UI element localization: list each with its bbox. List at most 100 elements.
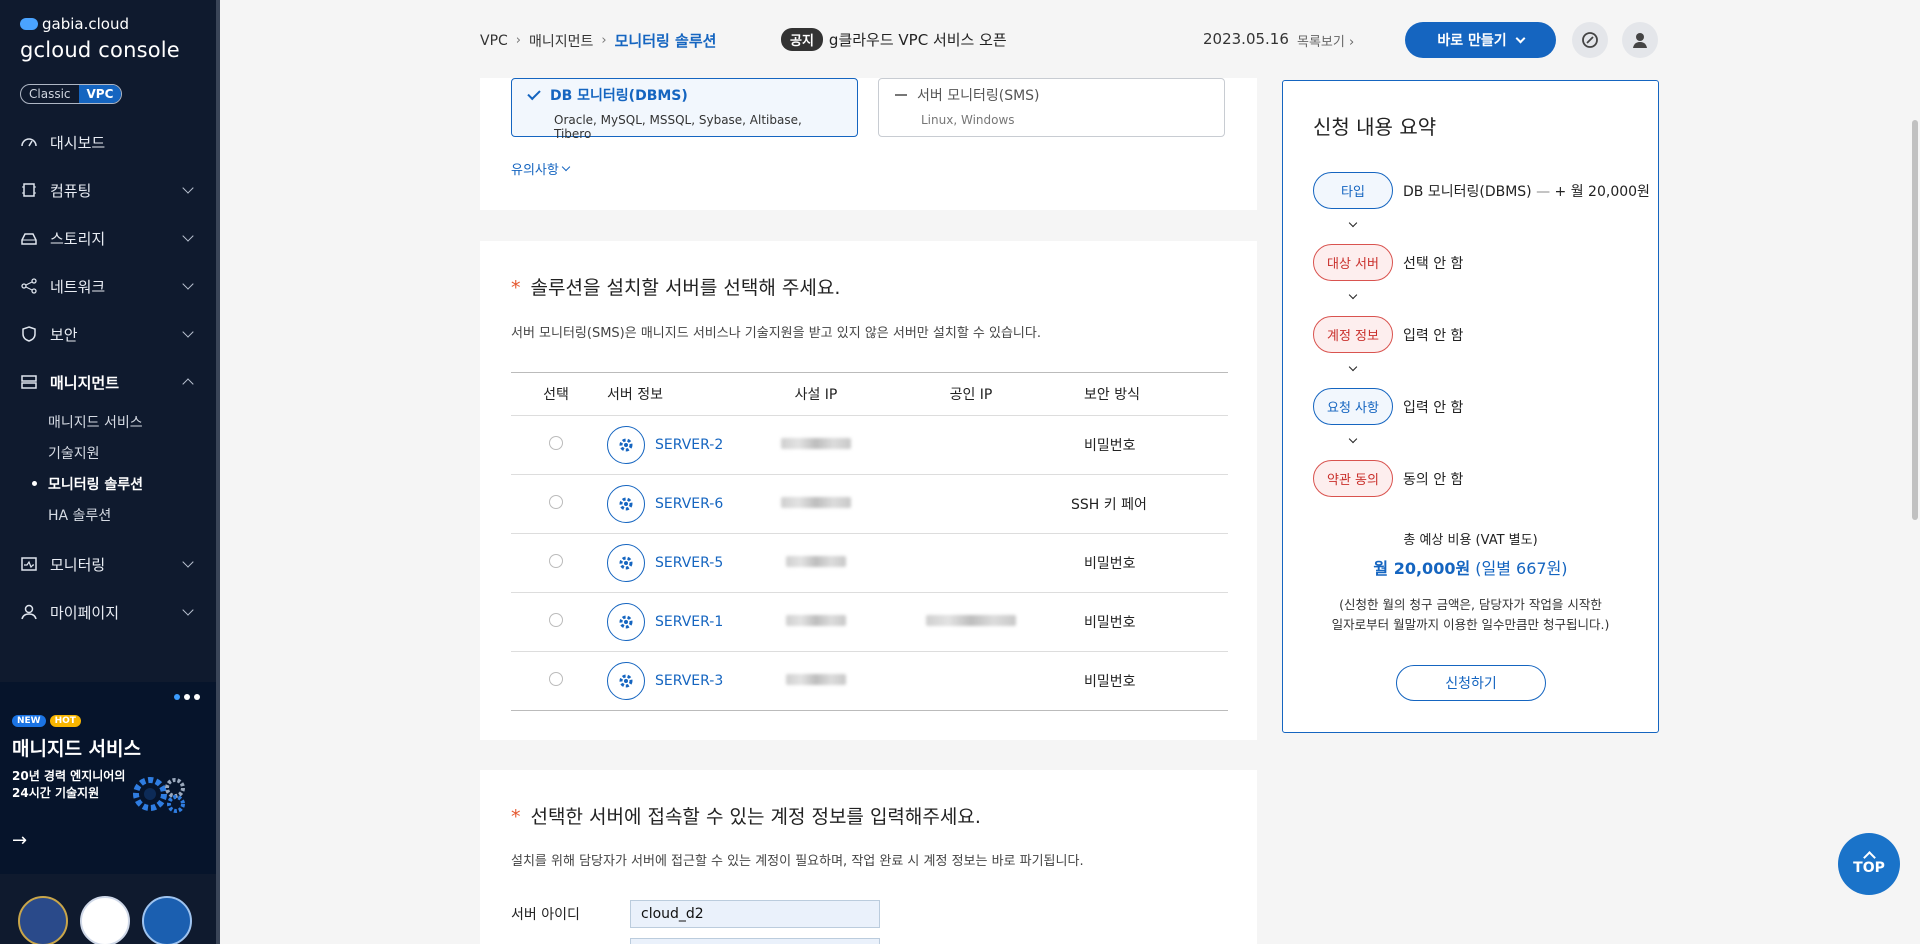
submenu-ha-solution[interactable]: HA 솔루션 — [48, 499, 216, 530]
chevron-right-icon: › — [515, 33, 521, 48]
chevron-down-icon — [561, 162, 571, 172]
server-name[interactable]: SERVER-1 — [655, 614, 723, 630]
sidebar-menu: 대시보드 컴퓨팅 스토리지 네트워크 보안 매니지먼트 매니지드 서비스 기술지… — [0, 118, 216, 636]
storage-icon — [20, 229, 38, 247]
step-pill-server[interactable]: 대상 서버 — [1313, 244, 1393, 281]
step-pill-account[interactable]: 계정 정보 — [1313, 316, 1393, 353]
sidebar-item-network[interactable]: 네트워크 — [0, 262, 216, 310]
server-gear-icon — [607, 485, 645, 523]
type-sms-title: 서버 모니터링(SMS) — [895, 85, 1208, 105]
chevron-down-icon — [182, 230, 194, 242]
server-id-input[interactable]: cloud_d2 — [630, 900, 880, 928]
banner-pagination[interactable] — [174, 694, 200, 700]
chevron-down-icon — [1348, 362, 1358, 372]
step-value-server: 선택 안 함 — [1403, 255, 1464, 272]
step-value-account: 입력 안 함 — [1403, 327, 1464, 344]
submenu-managed-service[interactable]: 매니지드 서비스 — [48, 406, 216, 437]
submenu-tech-support[interactable]: 기술지원 — [48, 437, 216, 468]
profile-button[interactable] — [1622, 22, 1658, 58]
private-ip-cell — [741, 651, 891, 711]
server-name[interactable]: SERVER-2 — [655, 437, 723, 453]
scroll-top-button[interactable]: TOP — [1838, 833, 1900, 895]
platform-toggle[interactable]: Classic VPC — [20, 84, 123, 104]
type-card-dbms[interactable]: DB 모니터링(DBMS) Oracle, MySQL, MSSQL, Syba… — [511, 78, 858, 141]
dashboard-icon — [20, 133, 38, 151]
console-title[interactable]: gcloud console — [20, 38, 180, 62]
breadcrumb-vpc[interactable]: VPC — [480, 33, 508, 49]
security-cell: SSH 키 페어 — [1051, 474, 1228, 534]
page-scrollbar[interactable] — [1912, 120, 1918, 520]
sidebar-item-security[interactable]: 보안 — [0, 310, 216, 358]
table-header-row: 선택 서버 정보 사설 IP 공인 IP 보안 방식 — [511, 372, 1228, 416]
security-cell: 비밀번호 — [1051, 592, 1228, 652]
server-radio[interactable] — [549, 554, 563, 568]
breadcrumb: VPC › 매니지먼트 › 모니터링 솔루션 — [480, 30, 716, 51]
sidebar-item-storage[interactable]: 스토리지 — [0, 214, 216, 262]
step-value-terms: 동의 안 함 — [1403, 471, 1464, 488]
sidebar-item-computing[interactable]: 컴퓨팅 — [0, 166, 216, 214]
submenu-monitoring-solution[interactable]: 모니터링 솔루션 — [32, 468, 216, 499]
sidebar-scrollbar[interactable] — [216, 0, 220, 944]
server-radio[interactable] — [549, 613, 563, 627]
chat-icon — [1582, 32, 1598, 48]
notice-list-link[interactable]: 목록보기 › — [1297, 31, 1354, 50]
server-section-title-text: 솔루션을 설치할 서버를 선택해 주세요. — [530, 277, 841, 299]
toggle-classic[interactable]: Classic — [21, 85, 79, 103]
quick-create-button[interactable]: 바로 만들기 — [1405, 22, 1556, 58]
brand-logo[interactable]: gabia.cloud — [20, 15, 129, 33]
toggle-vpc[interactable]: VPC — [78, 85, 122, 103]
server-radio[interactable] — [549, 672, 563, 686]
step-pill-request[interactable]: 요청 사항 — [1313, 388, 1393, 425]
cert-seal-icon — [18, 896, 68, 944]
notice-bar[interactable]: 공지 g클라우드 VPC 서비스 오픈 — [781, 28, 1007, 51]
table-row[interactable]: SERVER-1 비밀번호 — [511, 592, 1228, 652]
table-row[interactable]: SERVER-2 비밀번호 — [511, 415, 1228, 475]
cost-daily: (일별 667원) — [1475, 559, 1568, 578]
server-info-cell: SERVER-1 — [601, 592, 741, 652]
sidebar-item-monitoring[interactable]: 모니터링 — [0, 540, 216, 588]
arrow-right-icon[interactable]: → — [12, 830, 27, 851]
public-ip-cell — [891, 415, 1051, 475]
type-panel: DB 모니터링(DBMS) Oracle, MySQL, MSSQL, Syba… — [480, 78, 1257, 210]
redacted-ip — [786, 674, 846, 685]
select-cell — [511, 651, 601, 711]
caution-toggle[interactable]: 유의사항 — [511, 159, 571, 178]
table-row[interactable]: SERVER-6 SSH 키 페어 — [511, 474, 1228, 534]
table-row[interactable]: SERVER-3 비밀번호 — [511, 651, 1228, 711]
public-ip-cell — [891, 533, 1051, 593]
cost-note-line: (신청한 월의 청구 금액은, 담당자가 작업을 시작한 — [1339, 597, 1602, 612]
server-name[interactable]: SERVER-5 — [655, 555, 723, 571]
col-select: 선택 — [511, 372, 601, 416]
server-radio[interactable] — [549, 495, 563, 509]
type-card-sms[interactable]: 서버 모니터링(SMS) Linux, Windows — [878, 78, 1225, 137]
chevron-right-icon: › — [601, 33, 607, 48]
top-bar: VPC › 매니지먼트 › 모니터링 솔루션 공지 g클라우드 VPC 서비스 … — [219, 0, 1920, 78]
server-id-label: 서버 아이디 — [511, 907, 580, 923]
notice-text[interactable]: g클라우드 VPC 서비스 오픈 — [829, 29, 1007, 50]
brand-name: gabia.cloud — [42, 15, 129, 33]
chat-button[interactable] — [1572, 22, 1608, 58]
server-radio[interactable] — [549, 436, 563, 450]
shield-icon — [20, 325, 38, 343]
server-gear-icon — [607, 426, 645, 464]
server-info-cell: SERVER-6 — [601, 474, 741, 534]
server-name[interactable]: SERVER-6 — [655, 496, 723, 512]
step-pill-type[interactable]: 타입 — [1313, 172, 1393, 209]
user-icon — [20, 603, 38, 621]
sidebar-item-mypage[interactable]: 마이페이지 — [0, 588, 216, 636]
breadcrumb-management[interactable]: 매니지먼트 — [529, 31, 593, 51]
col-security: 보안 방식 — [1051, 372, 1228, 416]
security-cell: 비밀번호 — [1051, 415, 1228, 475]
table-row[interactable]: SERVER-5 비밀번호 — [511, 533, 1228, 593]
redacted-ip — [781, 438, 851, 449]
sidebar-item-dashboard[interactable]: 대시보드 — [0, 118, 216, 166]
step-pill-terms[interactable]: 약관 동의 — [1313, 460, 1393, 497]
sidebar-item-management[interactable]: 매니지먼트 — [0, 358, 216, 406]
server-name[interactable]: SERVER-3 — [655, 673, 723, 689]
banner-title: 매니지드 서비스 — [12, 738, 141, 760]
apply-button[interactable]: 신청하기 — [1396, 665, 1546, 701]
server-gear-icon — [607, 544, 645, 582]
promo-banner[interactable]: NEW HOT 매니지드 서비스 20년 경력 엔지니어의 24시간 기술지원 … — [0, 682, 216, 874]
server-password-input[interactable] — [630, 938, 880, 944]
cloud-icon — [20, 18, 38, 30]
